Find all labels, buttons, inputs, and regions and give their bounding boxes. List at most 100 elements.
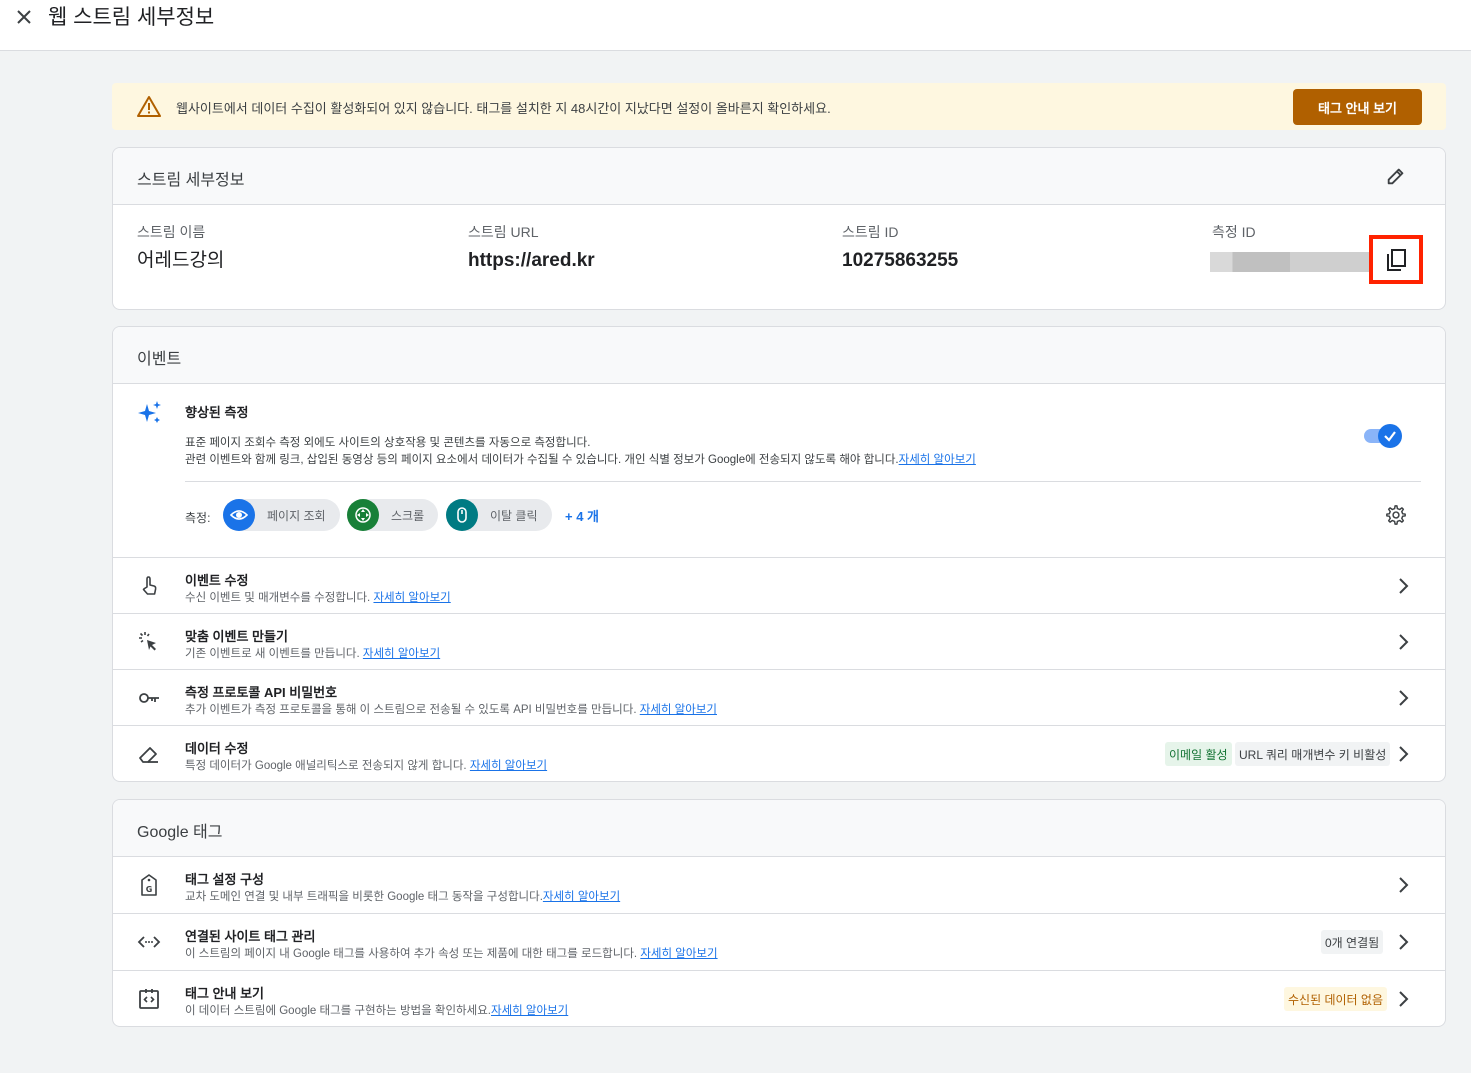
enhanced-measurement-description: 표준 페이지 조회수 측정 외에도 사이트의 상호작용 및 콘텐츠를 자동으로 … (185, 435, 976, 469)
events-card: 이벤트 향상된 측정 표준 페이지 조회수 측정 외에도 사이트의 상호작용 및… (112, 326, 1446, 782)
event-row-data-redaction[interactable]: 데이터 수정 특정 데이터가 Google 애널리틱스로 전송되지 않게 합니다… (113, 726, 1445, 781)
enhanced-measurement-toggle[interactable] (1364, 424, 1402, 448)
row-title: 측정 프로토콜 API 비밀번호 (185, 685, 338, 700)
enhanced-desc-line2: 관련 이벤트와 함께 링크, 삽입된 동영상 등의 페이지 요소에서 데이터가 … (185, 452, 976, 469)
touch-icon (142, 576, 157, 595)
tag-row-manage-connected-tags[interactable]: 연결된 사이트 태그 관리 이 스트림의 페이지 내 Google 태그를 사용… (113, 914, 1445, 971)
enhanced-desc-text: 관련 이벤트와 함께 링크, 삽입된 동영상 등의 페이지 요소에서 데이터가 … (185, 454, 899, 466)
url-query-inactive-badge: URL 쿼리 매개변수 키 비활성 (1235, 742, 1391, 766)
learn-more-link[interactable]: 자세히 알아보기 (470, 760, 547, 772)
chip-label: 이탈 클릭 (490, 508, 538, 523)
warning-banner: 웹사이트에서 데이터 수집이 활성화되어 있지 않습니다. 태그를 설치한 지 … (112, 83, 1446, 130)
measurement-id-label: 측정 ID (1212, 224, 1256, 240)
row-description: 기존 이벤트로 새 이벤트를 만듭니다. 자세히 알아보기 (185, 645, 440, 661)
warning-icon (137, 96, 161, 117)
stream-id-label: 스트림 ID (842, 224, 899, 240)
page-title: 웹 스트림 세부정보 (48, 6, 215, 29)
enhanced-measurement-title: 향상된 측정 (185, 405, 249, 420)
stream-url-value: https://ared.kr (468, 250, 595, 271)
chip-label: 페이지 조회 (267, 508, 326, 523)
code-box-icon (139, 989, 159, 1009)
row-description: 특정 데이터가 Google 애널리틱스로 전송되지 않게 합니다. 자세히 알… (185, 757, 547, 773)
edit-button[interactable] (1385, 165, 1407, 187)
tag-row-view-tag-instructions[interactable]: 태그 안내 보기 이 데이터 스트림에 Google 태그를 구현하는 방법을 … (113, 971, 1445, 1026)
learn-more-link[interactable]: 자세히 알아보기 (640, 948, 717, 960)
stream-name-value: 어레드강의 (137, 250, 225, 271)
stream-url-label: 스트림 URL (468, 224, 539, 240)
chevron-right-icon (1399, 634, 1409, 650)
stream-name-label: 스트림 이름 (137, 224, 206, 240)
learn-more-link[interactable]: 자세히 알아보기 (899, 454, 976, 466)
svg-text:G: G (146, 885, 153, 894)
chevron-right-icon (1399, 690, 1409, 706)
learn-more-link[interactable]: 자세히 알아보기 (373, 592, 450, 604)
email-active-badge: 이메일 활성 (1165, 742, 1232, 766)
row-title: 데이터 수정 (185, 741, 249, 756)
chip-scroll[interactable]: 스크롤 (347, 499, 439, 531)
row-description: 수신 이벤트 및 매개변수를 수정합니다. 자세히 알아보기 (185, 589, 451, 605)
stream-url-field: 스트림 URL https://ared.kr (468, 223, 595, 273)
mouse-icon (446, 499, 478, 531)
close-button[interactable] (14, 7, 34, 27)
card-title: Google 태그 (137, 824, 223, 841)
card-header: Google 태그 (113, 800, 1445, 857)
card-title: 이벤트 (137, 351, 182, 368)
row-title: 이벤트 수정 (185, 573, 249, 588)
learn-more-link[interactable]: 자세히 알아보기 (363, 648, 440, 660)
pencil-icon (1387, 168, 1404, 185)
row-description: 추가 이벤트가 측정 프로토콜을 통해 이 스트림으로 전송될 수 있도록 AP… (185, 701, 717, 717)
row-desc-text: 기존 이벤트로 새 이벤트를 만듭니다. (185, 648, 360, 660)
google-tag-icon: G (141, 874, 157, 896)
scroll-icon (347, 499, 379, 531)
row-description: 이 데이터 스트림에 Google 태그를 구현하는 방법을 확인하세요.자세히… (185, 1002, 568, 1018)
event-row-measurement-protocol[interactable]: 측정 프로토콜 API 비밀번호 추가 이벤트가 측정 프로토콜을 통해 이 스… (113, 670, 1445, 726)
event-row-modify-events[interactable]: 이벤트 수정 수신 이벤트 및 매개변수를 수정합니다. 자세히 알아보기 (113, 558, 1445, 614)
row-desc-text: 수신 이벤트 및 매개변수를 수정합니다. (185, 592, 371, 604)
card-header: 스트림 세부정보 (113, 148, 1445, 205)
view-tag-instructions-button[interactable]: 태그 안내 보기 (1293, 89, 1422, 125)
tag-row-configure-settings[interactable]: G 태그 설정 구성 교차 도메인 연결 및 내부 트래픽을 비롯한 Googl… (113, 857, 1445, 914)
copy-measurement-id-button[interactable] (1369, 235, 1423, 284)
eye-icon (223, 499, 255, 531)
enhanced-measurement-section: 향상된 측정 표준 페이지 조회수 측정 외에도 사이트의 상호작용 및 콘텐츠… (113, 384, 1445, 558)
key-icon (139, 693, 159, 703)
row-title: 태그 안내 보기 (185, 986, 264, 1001)
learn-more-link[interactable]: 자세히 알아보기 (543, 891, 620, 903)
learn-more-link[interactable]: 자세히 알아보기 (640, 704, 717, 716)
copy-icon (1387, 248, 1406, 271)
card-title: 스트림 세부정보 (137, 172, 245, 189)
row-title: 태그 설정 구성 (185, 872, 264, 887)
measurement-label: 측정: (185, 511, 211, 525)
stream-details: 스트림 이름 어레드강의 스트림 URL https://ared.kr 스트림… (113, 205, 1445, 309)
row-description: 이 스트림의 페이지 내 Google 태그를 사용하여 추가 속성 또는 제품… (185, 945, 718, 961)
row-desc-text: 이 데이터 스트림에 Google 태그를 구현하는 방법을 확인하세요. (185, 1005, 491, 1017)
row-description: 교차 도메인 연결 및 내부 트래픽을 비롯한 Google 태그 동작을 구성… (185, 888, 620, 904)
enhanced-settings-button[interactable] (1385, 504, 1407, 526)
measurement-id-field: 측정 ID (1212, 223, 1256, 241)
measurement-id-redacted (1210, 252, 1370, 272)
eraser-icon (139, 747, 158, 763)
stream-id-field: 스트림 ID 10275863255 (842, 223, 958, 273)
chip-label: 스크롤 (391, 508, 425, 523)
row-desc-text: 추가 이벤트가 측정 프로토콜을 통해 이 스트림으로 전송될 수 있도록 AP… (185, 704, 637, 716)
top-bar: 웹 스트림 세부정보 (0, 0, 1471, 51)
enhanced-desc-line1: 표준 페이지 조회수 측정 외에도 사이트의 상호작용 및 콘텐츠를 자동으로 … (185, 437, 591, 449)
code-icon (137, 936, 161, 948)
chevron-right-icon (1399, 578, 1409, 594)
chevron-right-icon (1399, 934, 1409, 950)
event-row-create-custom-events[interactable]: 맞춤 이벤트 만들기 기존 이벤트로 새 이벤트를 만듭니다. 자세히 알아보기 (113, 614, 1445, 670)
chevron-right-icon (1399, 877, 1409, 893)
divider (185, 481, 1421, 482)
chevron-right-icon (1399, 746, 1409, 762)
no-data-received-badge: 수신된 데이터 없음 (1284, 987, 1387, 1011)
connected-count-badge: 0개 연결됨 (1321, 930, 1384, 954)
stream-details-card: 스트림 세부정보 스트림 이름 어레드강의 스트림 URL https://ar… (112, 147, 1446, 310)
chip-page-view[interactable]: 페이지 조회 (223, 499, 340, 531)
row-title: 연결된 사이트 태그 관리 (185, 929, 316, 944)
close-icon (17, 10, 31, 24)
more-measurements-link[interactable]: + 4 개 (565, 506, 599, 525)
learn-more-link[interactable]: 자세히 알아보기 (491, 1005, 568, 1017)
gear-icon (1386, 505, 1406, 525)
row-desc-text: 특정 데이터가 Google 애널리틱스로 전송되지 않게 합니다. (185, 760, 467, 772)
chip-outbound-click[interactable]: 이탈 클릭 (446, 499, 552, 531)
